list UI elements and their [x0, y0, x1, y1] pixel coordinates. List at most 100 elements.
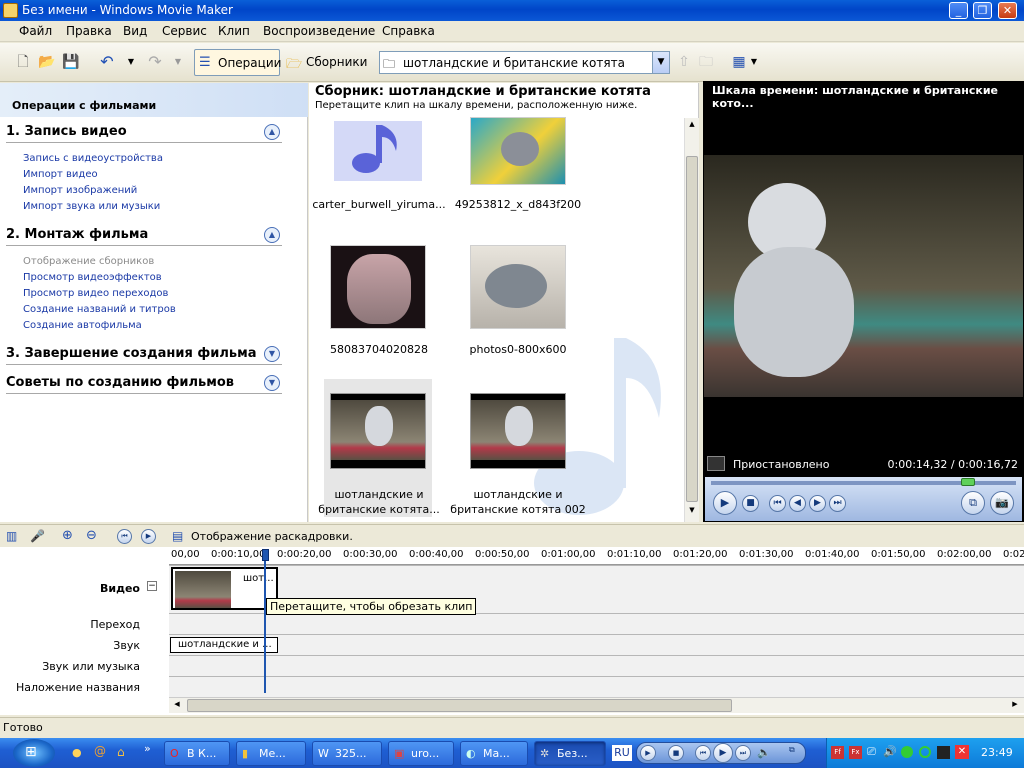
- mini-previous-button[interactable]: ⏮: [695, 745, 711, 761]
- snapshot-camera-button[interactable]: 📷: [990, 491, 1014, 515]
- link-view-transitions[interactable]: Просмотр видео переходов: [23, 288, 168, 299]
- forward-button[interactable]: ▶: [809, 495, 826, 512]
- split-clip-button[interactable]: ⧉: [961, 491, 985, 515]
- taskbar-button-word[interactable]: 325... W: [312, 741, 382, 766]
- scroll-thumb[interactable]: [187, 699, 732, 712]
- clip-item-kitten-photo[interactable]: [470, 245, 566, 329]
- taskbar-button-folder[interactable]: Ме... ▮: [236, 741, 306, 766]
- playhead-handle[interactable]: [262, 549, 269, 561]
- transition-track[interactable]: [169, 613, 1024, 634]
- collection-select[interactable]: 🗀 шотландские и британские котята ▼: [379, 51, 670, 74]
- section-edit-title[interactable]: 2. Монтаж фильма: [6, 227, 282, 246]
- link-make-automovie[interactable]: Создание автофильма: [23, 320, 142, 331]
- quicklaunch-icon[interactable]: @: [94, 744, 106, 758]
- tray-app-icon[interactable]: [937, 746, 950, 759]
- close-button[interactable]: ✕: [998, 2, 1017, 19]
- link-capture-from-device[interactable]: Запись с видеоустройства: [23, 153, 163, 164]
- section-capture-title[interactable]: 1. Запись видео: [6, 124, 282, 143]
- taskbar-button-ma[interactable]: Ma... ◐: [460, 741, 528, 766]
- chevron-down-icon[interactable]: ▼: [264, 346, 280, 362]
- mini-next-button[interactable]: ⏭: [735, 745, 751, 761]
- taskbar-button-moviemaker[interactable]: Без... ✲: [534, 741, 606, 766]
- scroll-thumb[interactable]: [686, 156, 698, 502]
- language-indicator[interactable]: RU: [612, 745, 632, 761]
- mini-play-large-button[interactable]: ▶: [713, 743, 733, 763]
- video-clip[interactable]: шот...: [171, 567, 278, 610]
- quicklaunch-icon[interactable]: ●: [72, 746, 82, 759]
- aspect-ratio-icon[interactable]: [707, 456, 725, 471]
- redo-dropdown-icon[interactable]: ▼: [169, 53, 187, 71]
- tray-status-icon[interactable]: [901, 746, 913, 758]
- taskbar-button-opera[interactable]: В К... O: [164, 741, 230, 766]
- collection-up-icon[interactable]: ⇧: [675, 53, 693, 71]
- play-button[interactable]: ▶: [713, 491, 737, 515]
- minimize-button[interactable]: _: [949, 2, 968, 19]
- redo-icon[interactable]: ↷: [146, 53, 164, 71]
- tray-speaker-icon[interactable]: 🔊: [883, 745, 897, 758]
- rewind-button[interactable]: ◀: [789, 495, 806, 512]
- time-ruler[interactable]: 00,00 0:00:10,00 0:00:20,00 0:00:30,00 0…: [169, 547, 1024, 565]
- menu-tools[interactable]: Сервис: [162, 24, 207, 38]
- views-dropdown-icon[interactable]: ▼: [745, 53, 763, 71]
- link-view-effects[interactable]: Просмотр видеоэффектов: [23, 272, 162, 283]
- menu-edit[interactable]: Правка: [66, 24, 112, 38]
- tray-alert-icon[interactable]: ✕: [955, 745, 969, 759]
- chevron-up-icon[interactable]: ▲: [264, 227, 280, 243]
- chevron-up-icon[interactable]: ▲: [264, 124, 280, 140]
- start-button[interactable]: ⊞: [13, 739, 55, 767]
- menu-file[interactable]: Файл: [19, 24, 52, 38]
- new-project-icon[interactable]: 🗋: [14, 53, 32, 71]
- open-project-icon[interactable]: 📂: [38, 53, 56, 71]
- collection-scrollbar[interactable]: ▲ ▼: [684, 118, 699, 522]
- set-audio-levels-icon[interactable]: 🎤: [30, 529, 45, 543]
- clip-item-kitten-photo[interactable]: [470, 117, 566, 185]
- menu-help[interactable]: Справка: [382, 24, 435, 38]
- title-overlay-track[interactable]: [169, 676, 1024, 697]
- clip-item-video[interactable]: [330, 393, 426, 469]
- collections-button[interactable]: Сборники: [306, 55, 367, 69]
- zoom-in-icon[interactable]: ⊕: [62, 528, 73, 543]
- chevron-down-icon[interactable]: ▼: [264, 375, 280, 391]
- audio-track[interactable]: [169, 634, 1024, 655]
- scroll-up-icon[interactable]: ▲: [686, 120, 698, 132]
- show-storyboard-label[interactable]: Отображение раскадровки.: [191, 530, 353, 543]
- rewind-timeline-button[interactable]: ⏮: [117, 529, 132, 544]
- seek-thumb[interactable]: [961, 478, 976, 486]
- tray-status-icon[interactable]: [919, 746, 931, 758]
- menu-clip[interactable]: Клип: [218, 24, 250, 38]
- audio-music-track[interactable]: [169, 655, 1024, 676]
- link-import-video[interactable]: Импорт видео: [23, 169, 98, 180]
- chevron-down-icon[interactable]: ▼: [652, 52, 669, 73]
- scroll-right-icon[interactable]: ▶: [1009, 700, 1021, 712]
- mini-stop-button[interactable]: ■: [668, 745, 684, 761]
- collapse-track-icon[interactable]: −: [147, 581, 157, 591]
- zoom-out-icon[interactable]: ⊖: [86, 528, 97, 543]
- link-make-titles[interactable]: Создание названий и титров: [23, 304, 176, 315]
- audio-clip[interactable]: шотландские и ...: [170, 637, 278, 653]
- volume-icon[interactable]: 🔈: [757, 746, 771, 759]
- previous-frame-button[interactable]: ⏮: [769, 495, 786, 512]
- scroll-left-icon[interactable]: ◀: [171, 700, 183, 712]
- undo-icon[interactable]: ↶: [98, 53, 116, 71]
- clip-item-video[interactable]: [470, 393, 566, 469]
- timeline-scrollbar[interactable]: ◀ ▶: [169, 697, 1024, 713]
- play-timeline-button[interactable]: ▶: [141, 529, 156, 544]
- maximize-button[interactable]: ❐: [973, 2, 992, 19]
- new-collection-folder-icon[interactable]: 🗀: [697, 53, 715, 71]
- quicklaunch-icon[interactable]: ⌂: [117, 745, 125, 759]
- clip-item-kitten-photo[interactable]: [330, 245, 426, 329]
- tray-firefox-icon[interactable]: Ff: [831, 746, 844, 759]
- save-project-icon[interactable]: 💾: [62, 53, 80, 71]
- stop-button[interactable]: ■: [742, 495, 759, 512]
- taskbar-button-uro[interactable]: uro... ▣: [388, 741, 454, 766]
- tray-firefox-icon[interactable]: Fx: [849, 746, 862, 759]
- quicklaunch-more-icon[interactable]: »: [144, 742, 151, 755]
- section-finish-title[interactable]: 3. Завершение создания фильма: [6, 346, 282, 365]
- mini-play-button[interactable]: ▶: [640, 745, 656, 761]
- link-import-pictures[interactable]: Импорт изображений: [23, 185, 137, 196]
- menu-view[interactable]: Вид: [123, 24, 147, 38]
- next-frame-button[interactable]: ⏭: [829, 495, 846, 512]
- undo-dropdown-icon[interactable]: ▼: [122, 53, 140, 71]
- link-import-audio[interactable]: Импорт звука или музыки: [23, 201, 160, 212]
- operations-button[interactable]: ☰ Операции: [194, 49, 281, 76]
